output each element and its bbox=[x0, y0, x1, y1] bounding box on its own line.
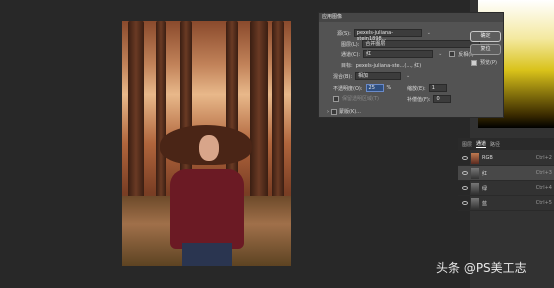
channel-thumbnail bbox=[471, 152, 479, 164]
eye-icon[interactable] bbox=[462, 186, 468, 190]
chevron-down-icon: ⌄ bbox=[426, 30, 431, 36]
channels-list: RGB Ctrl+2 红 Ctrl+3 绿 Ctrl+4 蓝 Ctrl+5 bbox=[458, 151, 554, 211]
layer-label: 图层(L): bbox=[341, 41, 360, 48]
mask-label: 蒙版(K)... bbox=[339, 109, 361, 115]
channel-name: 红 bbox=[482, 170, 488, 177]
tab-paths[interactable]: 路径 bbox=[490, 141, 500, 148]
dialog-title: 应用图像 bbox=[319, 13, 503, 22]
scale-input[interactable]: 1 bbox=[428, 84, 447, 92]
apply-image-dialog: 应用图像 源(S): pexels-juliana-stein1898... ⌄… bbox=[318, 12, 504, 118]
channel-row-green[interactable]: 绿 Ctrl+4 bbox=[458, 181, 554, 196]
ok-button[interactable]: 确定 bbox=[470, 31, 501, 42]
channel-thumbnail bbox=[471, 197, 479, 209]
chevron-down-icon: ⌄ bbox=[438, 51, 443, 57]
preview-label: 预览(P) bbox=[480, 60, 497, 66]
channel-name: 绿 bbox=[482, 185, 488, 192]
tab-layers[interactable]: 图层 bbox=[462, 141, 472, 148]
channel-label: 通道(C): bbox=[341, 51, 361, 58]
eye-icon[interactable] bbox=[462, 156, 468, 160]
channel-shortcut: Ctrl+2 bbox=[535, 155, 552, 161]
blending-label: 混合(B): bbox=[333, 73, 353, 80]
reset-button[interactable]: 复位 bbox=[470, 44, 501, 55]
target-label: 目标: bbox=[341, 63, 353, 69]
scale-label: 缩放(E): bbox=[407, 85, 426, 92]
blending-select[interactable]: 相加 bbox=[355, 72, 402, 80]
channel-row-blue[interactable]: 蓝 Ctrl+5 bbox=[458, 196, 554, 211]
channel-name: RGB bbox=[482, 155, 493, 161]
channel-shortcut: Ctrl+5 bbox=[535, 200, 552, 206]
channel-name: 蓝 bbox=[482, 200, 488, 207]
channel-select[interactable]: 红 bbox=[363, 50, 434, 58]
preserve-transparency-checkbox[interactable] bbox=[333, 95, 339, 102]
tab-channels[interactable]: 通道 bbox=[476, 140, 487, 148]
offset-label: 补偿值(F): bbox=[407, 96, 431, 103]
panel-tabs: 图层 通道 路径 bbox=[458, 138, 554, 150]
chevron-right-icon: › bbox=[327, 108, 329, 115]
mask-checkbox[interactable] bbox=[331, 108, 337, 115]
preview-checkbox[interactable] bbox=[471, 59, 477, 66]
channel-shortcut: Ctrl+4 bbox=[535, 185, 552, 191]
preserve-transparency-label: 保留透明区域(T) bbox=[342, 96, 379, 102]
source-select[interactable]: pexels-juliana-stein1898... bbox=[353, 29, 422, 42]
channel-row-rgb[interactable]: RGB Ctrl+2 bbox=[458, 151, 554, 166]
chevron-down-icon: ⌄ bbox=[406, 73, 411, 79]
channel-row-red[interactable]: 红 Ctrl+3 bbox=[458, 166, 554, 181]
offset-input[interactable]: 0 bbox=[433, 95, 452, 103]
opacity-label: 不透明度(O): bbox=[333, 85, 363, 92]
channel-shortcut: Ctrl+3 bbox=[535, 170, 552, 176]
portrait-photo bbox=[122, 21, 291, 266]
invert-checkbox[interactable] bbox=[449, 51, 456, 57]
target-value: pexels-juliana-ste...(..., 红) bbox=[355, 63, 422, 69]
opacity-unit: % bbox=[386, 85, 392, 91]
source-label: 源(S): bbox=[337, 30, 351, 37]
channel-thumbnail bbox=[471, 167, 479, 179]
eye-icon[interactable] bbox=[462, 171, 468, 175]
layer-select[interactable]: 合并图层 bbox=[362, 40, 481, 48]
watermark: 头条 @PS美工志 bbox=[436, 261, 527, 275]
eye-icon[interactable] bbox=[462, 201, 468, 205]
channel-thumbnail bbox=[471, 182, 479, 194]
opacity-input[interactable]: 25 bbox=[365, 84, 384, 92]
